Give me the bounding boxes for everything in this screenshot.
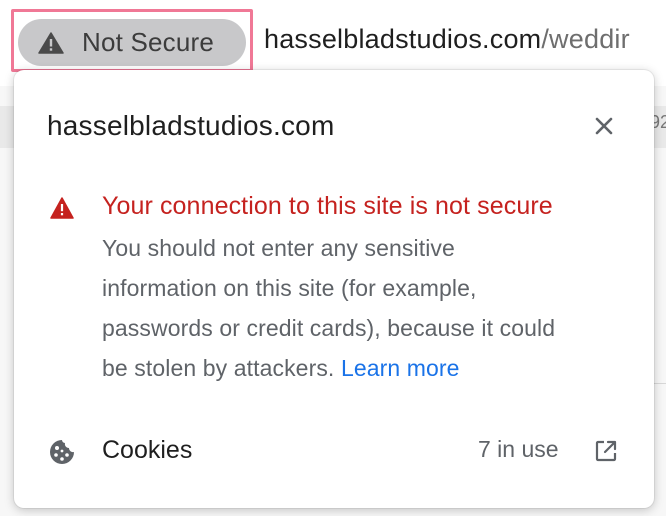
url-field[interactable]: hasselbladstudios.com/weddir — [264, 24, 630, 55]
external-link-icon[interactable] — [594, 439, 618, 463]
cookies-row[interactable]: Cookies 7 in use — [14, 422, 654, 478]
warning-line: information on this site (for example, — [102, 275, 477, 301]
url-path: /weddir — [541, 24, 630, 54]
site-info-popup: hasselbladstudios.com Your connection to… — [14, 70, 654, 508]
highlight-outline — [11, 9, 253, 72]
warning-line: passwords or credit cards), because it c… — [102, 315, 556, 341]
browser-window: Not Secure hasselbladstudios.com/weddir … — [0, 0, 666, 516]
popup-title: hasselbladstudios.com — [47, 110, 335, 141]
cookie-icon — [50, 440, 74, 464]
warning-triangle-icon — [50, 197, 74, 219]
warning-description: You should not enter any sensitive infor… — [102, 228, 622, 388]
warning-heading: Your connection to this site is not secu… — [102, 192, 553, 220]
learn-more-link[interactable]: Learn more — [341, 355, 460, 381]
close-button[interactable] — [590, 112, 618, 140]
close-icon — [595, 117, 613, 135]
warning-line: You should not enter any sensitive — [102, 235, 455, 261]
cookies-count: 7 in use — [478, 436, 559, 462]
warning-line: be stolen by attackers. — [102, 355, 335, 381]
warning-line-last: be stolen by attackers. Learn more — [102, 348, 622, 388]
url-host: hasselbladstudios.com — [264, 24, 542, 54]
cookies-label: Cookies — [102, 436, 193, 464]
